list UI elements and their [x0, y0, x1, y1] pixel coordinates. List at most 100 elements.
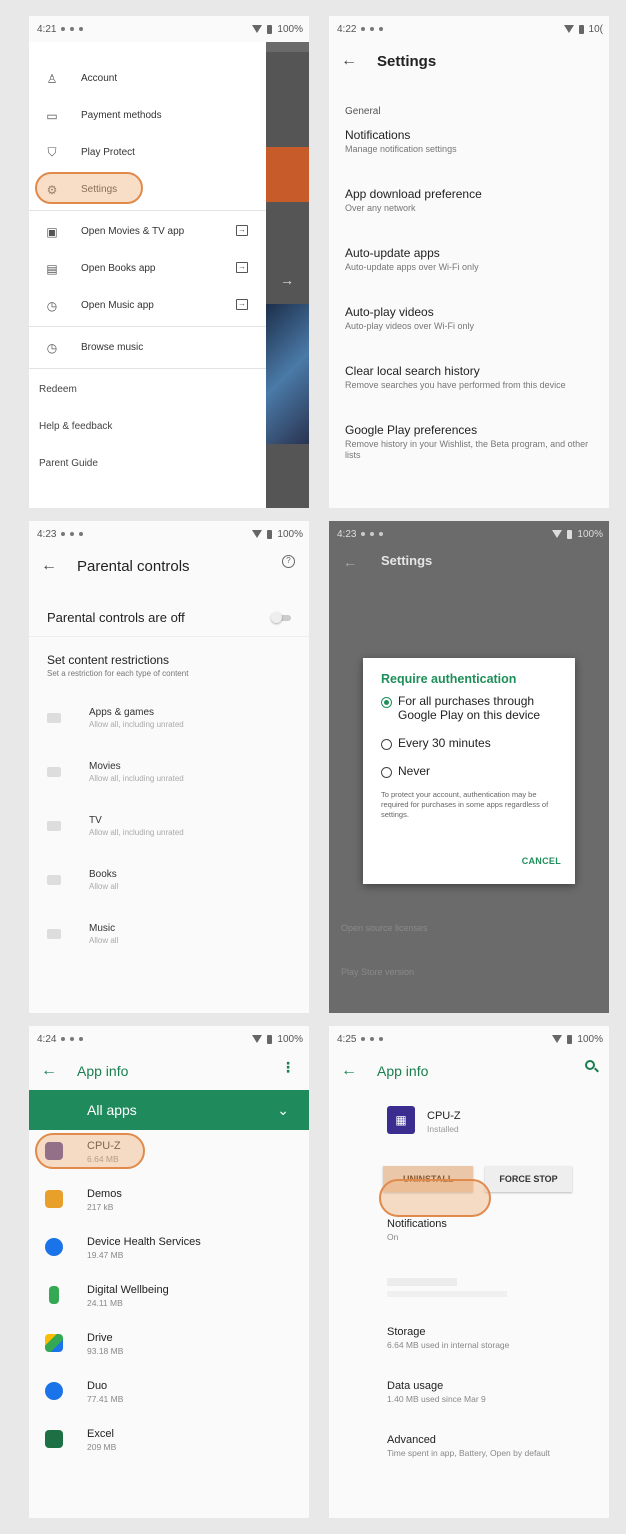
- app-row-excel[interactable]: Excel 209 MB: [29, 1418, 309, 1466]
- help-icon[interactable]: ?: [282, 555, 295, 568]
- digital-wellbeing-icon: [49, 1286, 59, 1304]
- battery-icon: [578, 24, 584, 34]
- more-options-icon[interactable]: ⋮: [281, 1059, 295, 1076]
- info-subtitle: On: [387, 1232, 399, 1242]
- menu-label: Browse music: [81, 342, 144, 353]
- setting-play-preferences[interactable]: Google Play preferences Remove history in…: [329, 423, 609, 482]
- wifi-icon: [563, 25, 574, 33]
- parental-controls-toggle-row[interactable]: Parental controls are off: [29, 585, 309, 637]
- menu-payment-methods[interactable]: ▭ Payment methods: [29, 97, 266, 134]
- app-filter-dropdown[interactable]: All apps ⌄: [29, 1090, 309, 1130]
- menu-open-books[interactable]: ▤ Open Books app →: [29, 250, 266, 287]
- parental-toggle-switch[interactable]: [271, 611, 291, 623]
- book-icon: ▤: [46, 261, 58, 276]
- page-title: App info: [77, 1063, 129, 1079]
- setting-download-preference[interactable]: App download preference Over any network: [329, 187, 609, 246]
- app-size: 209 MB: [87, 1442, 117, 1452]
- back-arrow-icon[interactable]: ←: [41, 557, 57, 575]
- restriction-title: Apps & games: [89, 707, 155, 718]
- menu-open-music[interactable]: ◷ Open Music app →: [29, 287, 266, 324]
- menu-play-protect[interactable]: ⛉ Play Protect: [29, 134, 266, 171]
- background-content: →: [266, 42, 309, 508]
- page-title: Parental controls: [77, 557, 190, 575]
- setting-notifications[interactable]: Notifications Manage notification setting…: [329, 128, 609, 187]
- app-list-screen: 4:24 100% ← App info ⋮ All apps ⌄ CPU-Z 6…: [29, 1026, 309, 1518]
- option-label: Never: [398, 764, 431, 778]
- app-install-status: Installed: [427, 1124, 459, 1134]
- battery-icon: [567, 529, 573, 539]
- restriction-apps-games[interactable]: Apps & games Allow all, including unrated: [29, 699, 309, 753]
- menu-label: Play Protect: [81, 147, 135, 158]
- app-row-digital-wellbeing[interactable]: Digital Wellbeing 24.11 MB: [29, 1274, 309, 1322]
- menu-label: Open Music app: [81, 300, 154, 311]
- info-title: Storage: [387, 1326, 426, 1338]
- auth-option-never[interactable]: Never: [381, 764, 561, 778]
- restriction-books[interactable]: Books Allow all: [29, 861, 309, 915]
- search-icon[interactable]: [585, 1060, 595, 1070]
- radio-selected-icon[interactable]: [381, 697, 392, 708]
- radio-icon[interactable]: [381, 739, 392, 750]
- setting-subtitle: Manage notification settings: [345, 144, 457, 154]
- info-title: Data usage: [387, 1380, 444, 1392]
- setting-subtitle: Auto-update apps over Wi-Fi only: [345, 262, 479, 272]
- apps-icon: [47, 713, 61, 723]
- auth-option-all-purchases[interactable]: For all purchases through Google Play on…: [381, 694, 561, 722]
- restriction-movies[interactable]: Movies Allow all, including unrated: [29, 753, 309, 807]
- menu-open-movies[interactable]: ▣ Open Movies & TV app →: [29, 213, 266, 250]
- status-bar: 4:23 100%: [29, 521, 309, 547]
- status-bar: 4:25 100%: [329, 1026, 609, 1052]
- radio-icon[interactable]: [381, 767, 392, 778]
- restriction-music[interactable]: Music Allow all: [29, 915, 309, 969]
- menu-account[interactable]: ♙ Account: [29, 60, 266, 97]
- wifi-icon: [252, 530, 263, 538]
- book-icon: [47, 875, 61, 885]
- restriction-title: Books: [89, 869, 117, 880]
- account-icon: ♙: [46, 71, 58, 86]
- status-time: 4:21: [37, 23, 57, 35]
- setting-title: App download preference: [345, 187, 482, 201]
- app-size: 24.11 MB: [87, 1298, 123, 1308]
- setting-title: Auto-play videos: [345, 305, 434, 319]
- setting-title: Auto-update apps: [345, 246, 440, 260]
- setting-auto-play[interactable]: Auto-play videos Auto-play videos over Wi…: [329, 305, 609, 364]
- setting-clear-history[interactable]: Clear local search history Remove searche…: [329, 364, 609, 423]
- app-row-drive[interactable]: Drive 93.18 MB: [29, 1322, 309, 1370]
- background-item: Play Store version: [341, 967, 415, 977]
- force-stop-button[interactable]: FORCE STOP: [485, 1166, 572, 1192]
- cancel-button[interactable]: CANCEL: [522, 856, 561, 866]
- restriction-subtitle: Allow all, including unrated: [89, 774, 184, 783]
- status-bar: 4:21 100%: [29, 16, 309, 42]
- info-data-usage[interactable]: Data usage 1.40 MB used since Mar 9: [329, 1376, 609, 1430]
- app-row-device-health[interactable]: Device Health Services 19.47 MB: [29, 1226, 309, 1274]
- battery-level: 10(: [588, 23, 603, 35]
- menu-redeem[interactable]: Redeem: [29, 371, 266, 408]
- app-row-duo[interactable]: Duo 77.41 MB: [29, 1370, 309, 1418]
- restriction-tv[interactable]: TV Allow all, including unrated: [29, 807, 309, 861]
- menu-parent-guide[interactable]: Parent Guide: [29, 445, 266, 482]
- battery-level: 100%: [277, 528, 303, 540]
- info-subtitle: 6.64 MB used in internal storage: [387, 1340, 510, 1350]
- info-notifications[interactable]: Notifications On: [329, 1214, 609, 1268]
- menu-browse-music[interactable]: ◷ Browse music: [29, 329, 266, 366]
- dialog-title: Require authentication: [381, 672, 517, 686]
- app-name: Demos: [87, 1188, 122, 1200]
- tv-icon: [47, 821, 61, 831]
- demos-icon: [45, 1190, 63, 1208]
- info-storage[interactable]: Storage 6.64 MB used in internal storage: [329, 1322, 609, 1376]
- app-row-demos[interactable]: Demos 217 kB: [29, 1178, 309, 1226]
- back-arrow-icon[interactable]: ←: [341, 1062, 357, 1080]
- app-size: 217 kB: [87, 1202, 114, 1212]
- restriction-title: TV: [89, 815, 102, 826]
- setting-title: Google Play preferences: [345, 423, 478, 437]
- back-arrow-icon[interactable]: ←: [41, 1062, 57, 1080]
- battery-level: 100%: [577, 528, 603, 540]
- wifi-icon: [552, 530, 563, 538]
- cpu-z-icon: ▦: [387, 1106, 415, 1134]
- menu-help-feedback[interactable]: Help & feedback: [29, 408, 266, 445]
- info-advanced[interactable]: ⌄AdvancedTime spent in app, Battery, Ope…: [329, 1430, 609, 1484]
- restriction-title: Movies: [89, 761, 121, 772]
- auth-option-30-minutes[interactable]: Every 30 minutes: [381, 736, 561, 750]
- setting-auto-update[interactable]: Auto-update apps Auto-update apps over Wi…: [329, 246, 609, 305]
- music-icon: [47, 929, 61, 939]
- back-arrow-icon[interactable]: ←: [341, 52, 357, 70]
